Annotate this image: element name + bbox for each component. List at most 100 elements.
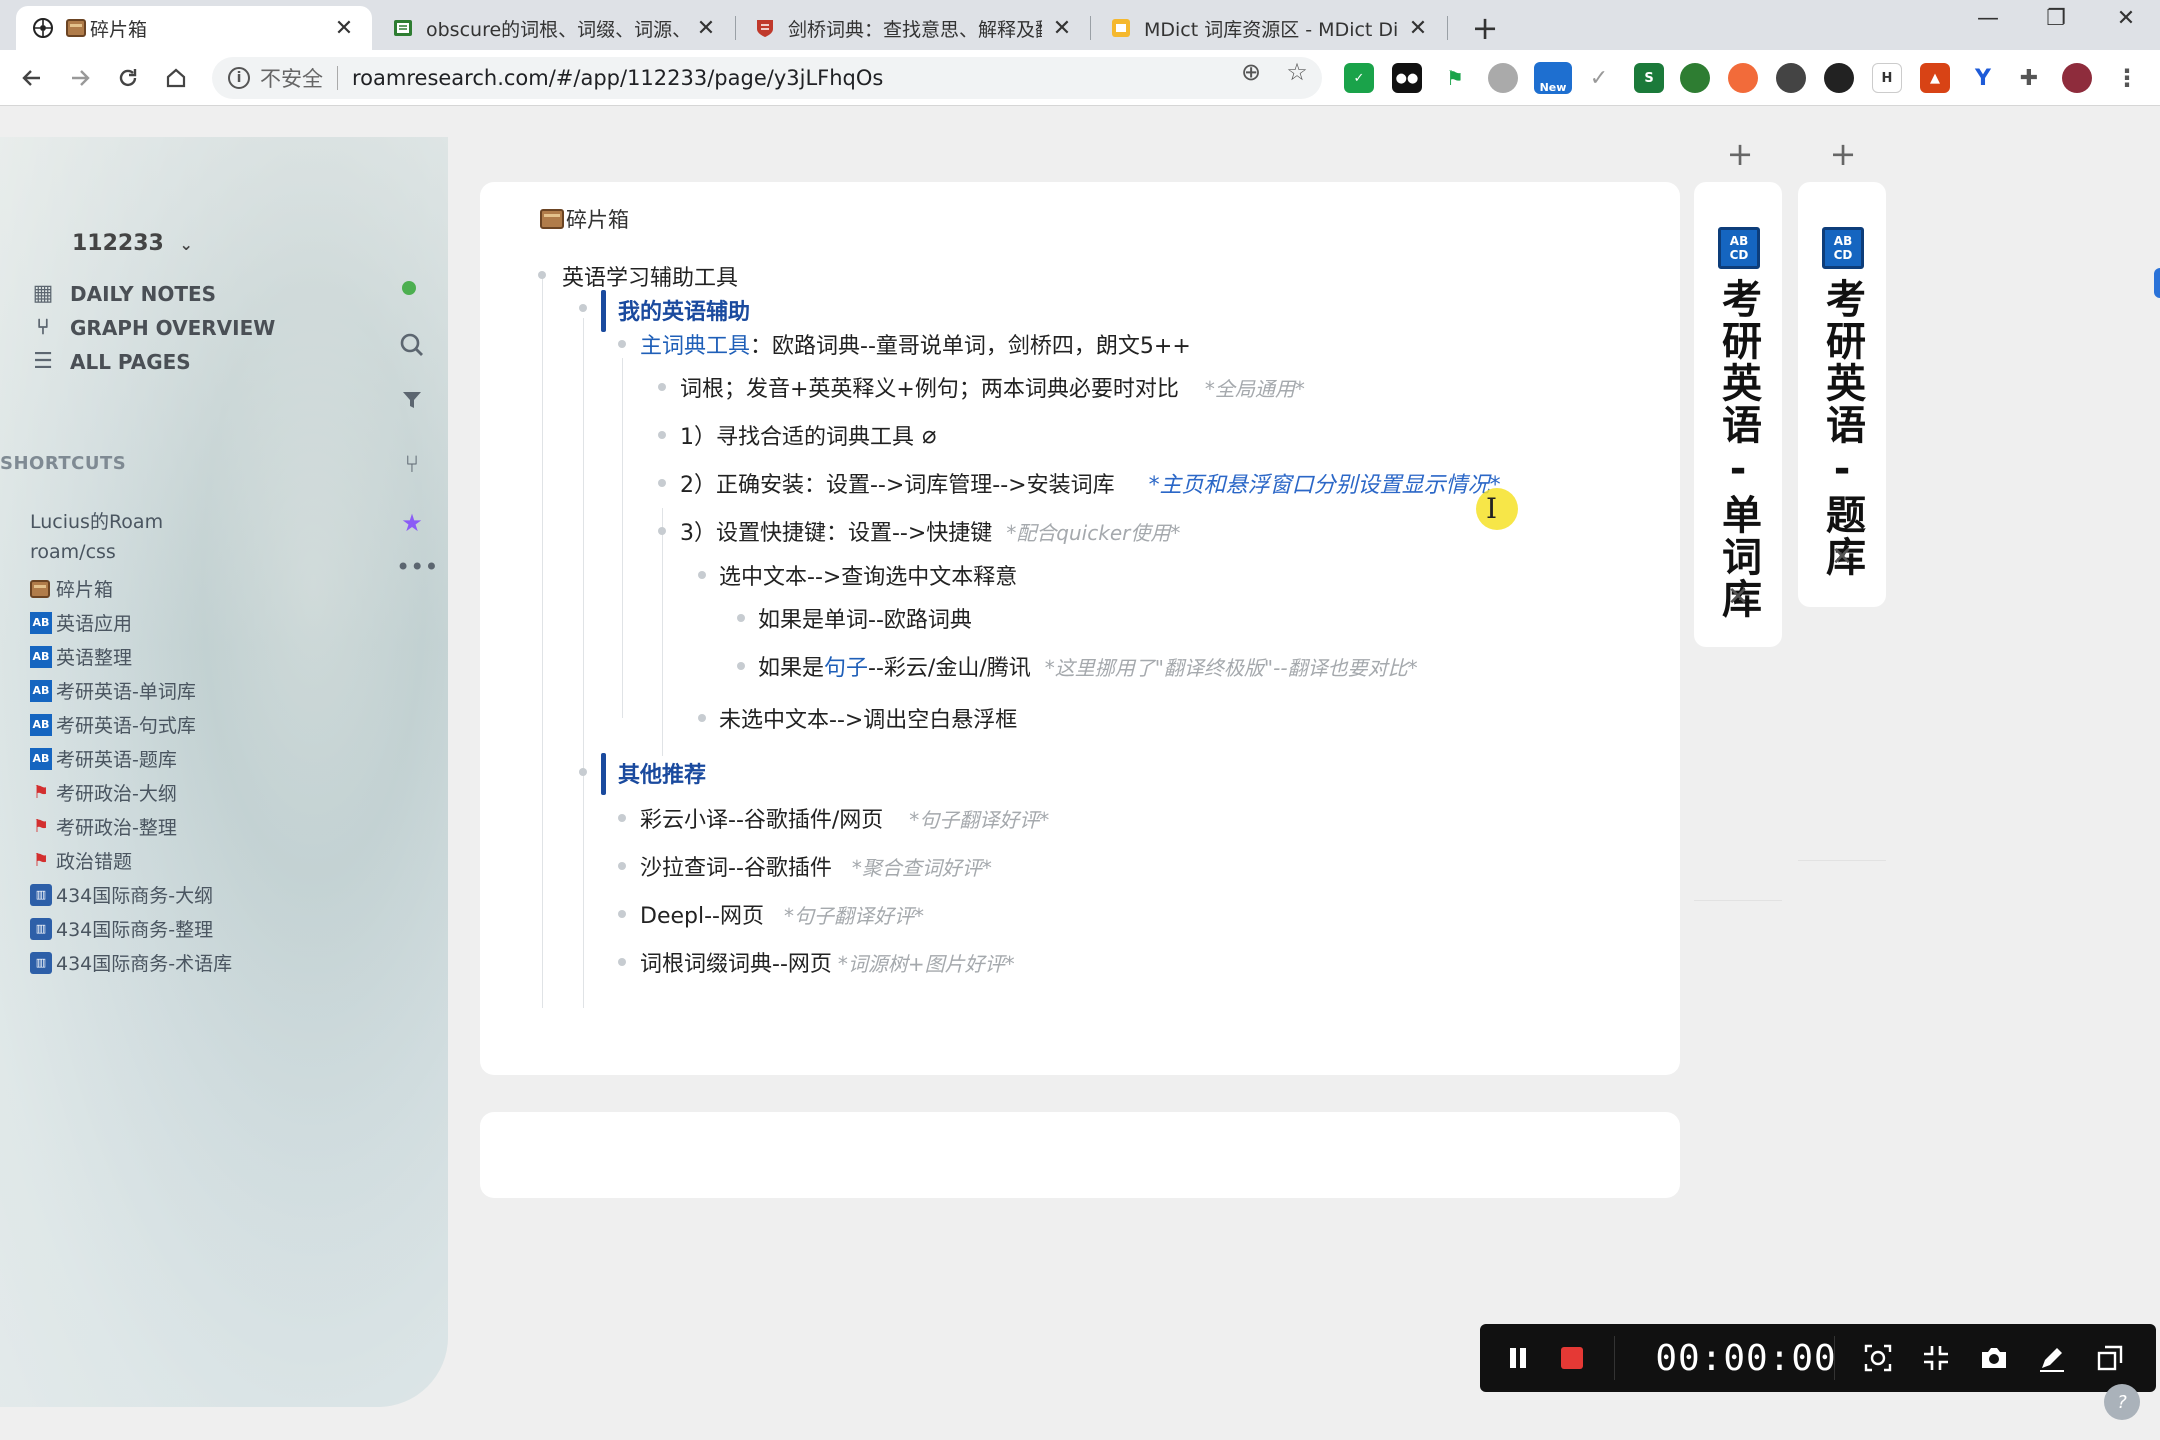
sidebar-window-card[interactable]: AB CD 考研英语-单词库 ✕ [1694,182,1782,647]
camera-icon[interactable] [1974,1338,2014,1378]
s-extension-icon[interactable]: S [1634,63,1664,93]
shortcut-item[interactable]: AB 考研英语-单词库 [30,677,196,704]
new-tab-button[interactable]: + [1465,9,1505,47]
block[interactable]: 沙拉查词--谷歌插件 *聚合查词好评* [640,850,992,882]
block[interactable]: 主词典工具 ：欧路词典--童哥说单词，剑桥四，朗文5++ [640,328,1191,360]
block-bullet[interactable] [658,431,666,439]
flag-extension-icon[interactable]: ⚑ [1440,63,1470,93]
stop-record-icon[interactable] [1552,1338,1592,1378]
graph-switcher[interactable]: 112233 ⌄ [72,231,193,256]
search-icon[interactable] [396,332,428,364]
help-button[interactable]: ? [2104,1384,2140,1420]
puzzle-extensions-icon[interactable]: ✚ [2014,63,2044,93]
block-bullet[interactable] [658,479,666,487]
graph-nodes-icon[interactable]: ⑂ [396,450,428,478]
add-sidebar-window-button[interactable]: + [1823,135,1863,173]
address-bar[interactable]: i 不安全 roamresearch.com/#/app/112233/page… [212,57,1322,99]
filter-icon[interactable] [396,389,428,417]
adguard-extension-icon[interactable]: ✓ [1344,63,1374,93]
dark-extension-icon[interactable] [1776,63,1806,93]
block-bullet[interactable] [618,958,626,966]
sidebar-item-daily-notes[interactable]: ▦ DAILY NOTES [30,281,216,306]
restore-button[interactable]: ❐ [2036,6,2076,31]
sidebar-window-card[interactable]: AB CD 考研英语-题库 ✕ [1798,182,1886,607]
profile-avatar[interactable] [2062,63,2092,93]
more-options-icon[interactable]: ••• [396,553,438,581]
block-heading[interactable]: 我的英语辅助 [618,294,750,326]
new-extension-icon[interactable]: New [1534,62,1572,94]
menu-kebab-icon[interactable]: ⋮ [2112,63,2142,93]
block-bullet[interactable] [538,271,546,279]
block-bullet[interactable] [658,383,666,391]
star-bookmark-icon[interactable]: ☆ [1282,58,1312,86]
block-bullet[interactable] [658,527,666,535]
block-heading[interactable]: 其他推荐 [618,757,706,789]
shortcut-item[interactable]: AB 英语应用 [30,609,132,636]
block-bullet[interactable] [579,768,587,776]
window-close-button[interactable]: ✕ [2106,6,2146,31]
add-sidebar-window-button[interactable]: + [1720,135,1760,173]
globe-extension-icon[interactable] [1680,63,1710,93]
sidebar-item-all-pages[interactable]: ☰ ALL PAGES [30,349,191,374]
page-title[interactable]: 碎片箱 [540,204,629,234]
block-bullet[interactable] [737,662,745,670]
tab-close-icon[interactable]: ✕ [1050,16,1074,41]
shortcut-item[interactable]: ⚑ 考研政治-大纲 [30,779,177,806]
close-icon[interactable]: ✕ [1798,542,1886,572]
shrink-icon[interactable] [1916,1338,1956,1378]
close-icon[interactable]: ✕ [1694,582,1782,612]
shield-extension-icon[interactable] [1488,63,1518,93]
shortcut-item[interactable]: ⚑ 政治错题 [30,847,132,874]
pause-icon[interactable] [1498,1338,1538,1378]
tab-roam[interactable]: 碎片箱 ✕ [16,6,372,50]
block[interactable]: 英语学习辅助工具 [562,260,738,292]
block-bullet[interactable] [579,304,587,312]
block[interactable]: 词根；发音+英英释义+例句；两本词典必要时对比 *全局通用* [680,371,1305,403]
block-bullet[interactable] [618,340,626,348]
shortcut-item[interactable]: ▥ 434国际商务-大纲 [30,881,213,908]
star-icon[interactable]: ★ [396,509,428,537]
block-bullet[interactable] [698,571,706,579]
block[interactable]: 如果是单词--欧路词典 [758,602,972,634]
block[interactable]: Deepl--网页 *句子翻译好评* [640,898,924,930]
block[interactable]: 1）寻找合适的词典工具 ⌀ [680,419,936,451]
tab-close-icon[interactable]: ✕ [694,16,718,41]
block[interactable]: 2）正确安装：设置-->词库管理-->安装词库 *主页和悬浮窗口分别设置显示情况… [680,467,1501,499]
tab-mdict[interactable]: MDict 词库资源区 - MDict Dicti ✕ [1094,6,1446,50]
url-text[interactable]: roamresearch.com/#/app/112233/page/y3jLF… [352,66,883,90]
tab-close-icon[interactable]: ✕ [1406,16,1430,41]
attachment-clip-icon[interactable]: ⌀ [922,421,936,449]
shortcut-item[interactable]: ⚑ 考研政治-整理 [30,813,177,840]
tab-cambridge[interactable]: 剑桥词典：查找意思、解释及翻译 ✕ [738,6,1090,50]
shortcut-item[interactable]: AB 考研英语-句式库 [30,711,196,738]
add-circle-icon[interactable]: ⊕ [1236,58,1266,86]
shortcut-item[interactable]: ▥ 434国际商务-术语库 [30,949,232,976]
block[interactable]: 选中文本-->查询选中文本释意 [719,559,1017,591]
page-link[interactable]: 句子 [824,650,868,682]
back-button[interactable] [14,60,50,96]
sidebar-item-graph-overview[interactable]: ⑂ GRAPH OVERVIEW [30,315,275,340]
heading-extension-icon[interactable]: H [1872,63,1902,93]
pen-icon[interactable] [2032,1338,2072,1378]
block-bullet[interactable] [618,814,626,822]
home-button[interactable] [158,60,194,96]
block[interactable]: 词根词缀词典--网页 *词源树+图片好评* [640,946,1015,978]
reload-button[interactable] [110,60,146,96]
orange-extension-icon[interactable] [1728,63,1758,93]
block[interactable]: 如果是 句子 --彩云/金山/腾讯 *这里挪用了"翻译终极版"--翻译也要对比* [758,650,1418,682]
tab-close-icon[interactable]: ✕ [332,16,356,41]
block-bullet[interactable] [698,714,706,722]
window-icon[interactable] [2090,1338,2130,1378]
block[interactable]: 未选中文本-->调出空白悬浮框 [719,702,1017,734]
tab-obscure[interactable]: obscure的词根、词缀、词源、记 ✕ [376,6,734,50]
y-extension-icon[interactable]: Y [1968,63,1998,93]
block[interactable]: 3）设置快捷键：设置-->快捷键 *配合quicker使用* [680,515,1180,547]
shortcut-item[interactable]: 碎片箱 [30,575,113,602]
shortcut-item[interactable]: Lucius的Roam [30,507,163,534]
roam-extension-icon[interactable] [1824,63,1854,93]
shortcut-item[interactable]: ▥ 434国际商务-整理 [30,915,213,942]
block[interactable]: 彩云小译--谷歌插件/网页 *句子翻译好评* [640,802,1049,834]
page-link[interactable]: 主词典工具 [640,328,750,360]
block-bullet[interactable] [618,862,626,870]
shortcut-item[interactable]: AB 考研英语-题库 [30,745,177,772]
